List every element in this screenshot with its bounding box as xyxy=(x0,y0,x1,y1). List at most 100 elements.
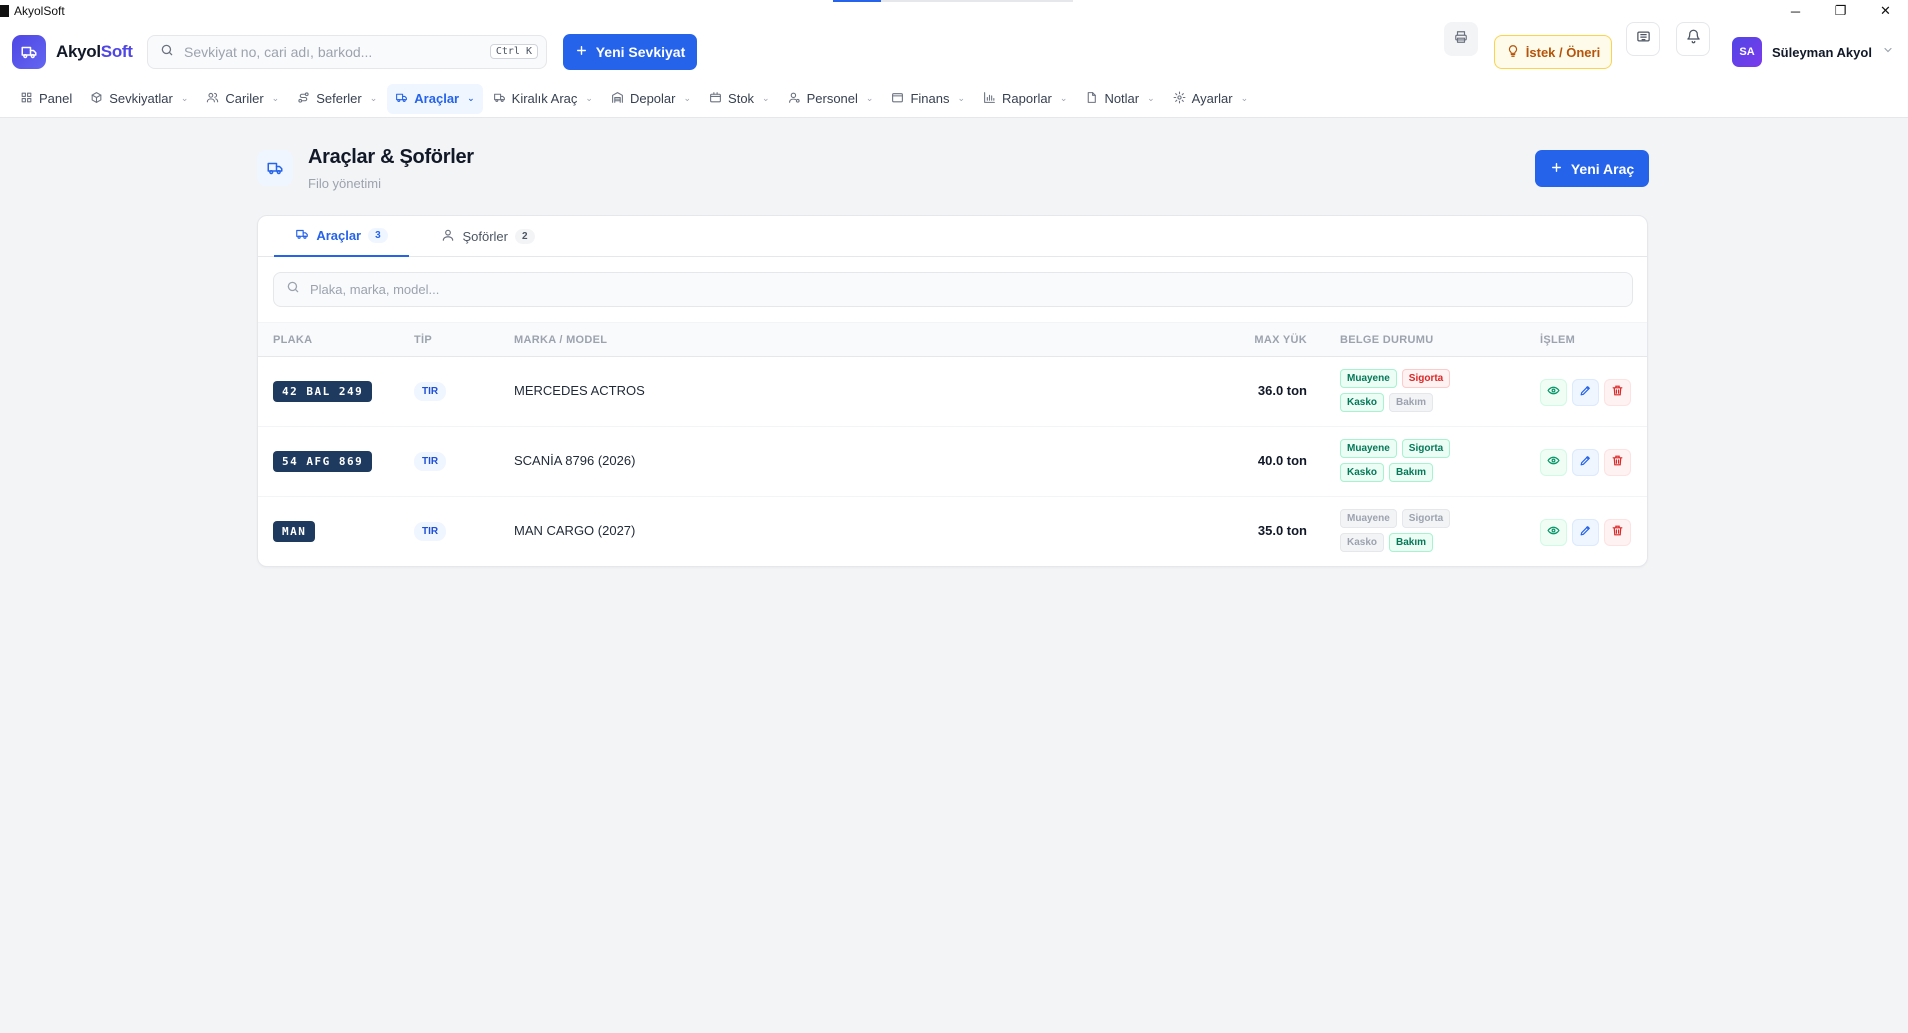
eye-icon xyxy=(1547,524,1560,542)
view-button[interactable] xyxy=(1540,379,1567,406)
column-header-plate[interactable]: PLAKA xyxy=(273,323,312,358)
loading-bar xyxy=(833,0,1073,2)
package-icon xyxy=(709,91,722,107)
document-status-badge: Sigorta xyxy=(1401,509,1451,528)
vehicle-type-badge: TIR xyxy=(414,382,447,401)
vehicle-model: MAN CARGO (2027) xyxy=(514,523,636,538)
suggestion-button[interactable]: İstek / Öneri xyxy=(1494,35,1612,69)
nav-item-label: Raporlar xyxy=(1002,91,1052,106)
delete-button[interactable] xyxy=(1604,449,1631,476)
plus-icon xyxy=(575,44,588,60)
nav-item-personel[interactable]: Personel ⌄ xyxy=(780,84,882,114)
license-plate: 54 AFG 869 xyxy=(273,451,373,472)
nav-item-panel[interactable]: Panel xyxy=(12,84,80,114)
nav-item-label: Finans xyxy=(910,91,950,106)
new-shipment-label: Yeni Sevkiyat xyxy=(595,44,686,60)
nav-item-label: Sevkiyatlar xyxy=(109,91,173,106)
close-window-button[interactable]: ✕ xyxy=(1863,0,1908,22)
chevron-down-icon: ⌄ xyxy=(180,93,189,103)
nav-item-label: Ayarlar xyxy=(1191,91,1233,106)
window-controls: ─ ❐ ✕ xyxy=(1773,0,1908,22)
nav-item-seferler[interactable]: Seferler ⌄ xyxy=(289,84,385,114)
column-header-type[interactable]: TİP xyxy=(414,323,432,358)
window-title: AkyolSoft xyxy=(14,4,65,18)
vehicle-type-badge: TIR xyxy=(414,522,447,541)
table-header: PLAKA TİP MARKA / MODEL MAX YÜK BELGE DU… xyxy=(258,322,1647,357)
nav-item-label: Panel xyxy=(39,91,73,106)
document-status-badge: Muayene xyxy=(1340,439,1397,458)
printer-button[interactable] xyxy=(1444,22,1478,56)
avatar: SA xyxy=(1732,37,1762,67)
nav-item-depolar[interactable]: Depolar ⌄ xyxy=(603,84,699,114)
nav-item-araçlar[interactable]: Araçlar ⌄ xyxy=(387,83,483,114)
nav-item-notlar[interactable]: Notlar ⌄ xyxy=(1077,84,1162,114)
nav-item-ayarlar[interactable]: Ayarlar ⌄ xyxy=(1165,84,1257,114)
tab-drivers[interactable]: Şoförler 2 xyxy=(433,216,543,257)
document-status-badge: Sigorta xyxy=(1401,439,1451,458)
edit-button[interactable] xyxy=(1572,449,1599,476)
chevron-down-icon: ⌄ xyxy=(271,93,280,103)
truck-icon xyxy=(257,150,293,186)
nav-item-finans[interactable]: Finans ⌄ xyxy=(883,84,973,114)
global-search-input[interactable] xyxy=(184,44,484,60)
brand-main: Akyol xyxy=(56,42,101,61)
global-search[interactable]: Ctrl K xyxy=(147,35,547,69)
nav-item-label: Personel xyxy=(806,91,858,106)
trash-icon xyxy=(1611,384,1624,402)
column-header-model[interactable]: MARKA / MODEL xyxy=(514,323,607,358)
new-vehicle-button[interactable]: Yeni Araç xyxy=(1535,150,1649,187)
view-button[interactable] xyxy=(1540,449,1567,476)
document-status-badge: Bakım xyxy=(1389,463,1434,482)
document-status-badge: Kasko xyxy=(1340,463,1385,482)
pencil-icon xyxy=(1579,524,1592,542)
new-shipment-button[interactable]: Yeni Sevkiyat xyxy=(563,34,697,70)
table-row[interactable]: 42 BAL 249 TIR MERCEDES ACTROS 36.0 ton Muay… xyxy=(258,357,1647,427)
brand-name[interactable]: AkyolSoft xyxy=(56,42,133,62)
license-plate: 42 BAL 249 xyxy=(273,381,373,402)
restore-button[interactable]: ❐ xyxy=(1818,0,1863,22)
nav-item-label: Seferler xyxy=(316,91,362,106)
logo-icon[interactable] xyxy=(12,35,46,69)
delete-button[interactable] xyxy=(1604,519,1631,546)
vehicle-search[interactable] xyxy=(273,272,1633,307)
column-header-max-load[interactable]: MAX YÜK xyxy=(1254,323,1307,358)
settings-icon xyxy=(1173,91,1186,107)
lightbulb-icon xyxy=(1506,44,1520,61)
brand-accent: Soft xyxy=(100,42,133,61)
view-button[interactable] xyxy=(1540,519,1567,546)
vehicle-search-input[interactable] xyxy=(310,282,1510,297)
notifications-button[interactable] xyxy=(1676,22,1710,56)
nav-item-sevkiyatlar[interactable]: Sevkiyatlar ⌄ xyxy=(82,84,196,114)
user-menu[interactable]: SA Süleyman Akyol xyxy=(1732,35,1894,69)
delete-button[interactable] xyxy=(1604,379,1631,406)
document-status-badge: Muayene xyxy=(1340,369,1397,388)
minimize-button[interactable]: ─ xyxy=(1773,0,1818,22)
pencil-icon xyxy=(1579,454,1592,472)
window-titlebar: AkyolSoft ─ ❐ ✕ xyxy=(0,0,1908,22)
tab-vehicles-label: Araçlar xyxy=(316,228,362,243)
chevron-down-icon: ⌄ xyxy=(369,93,378,103)
trash-icon xyxy=(1611,454,1624,472)
tab-vehicles[interactable]: Araçlar 3 xyxy=(274,216,409,257)
edit-button[interactable] xyxy=(1572,379,1599,406)
chevron-down-icon xyxy=(1882,43,1894,61)
chevron-down-icon: ⌄ xyxy=(762,93,770,103)
nav-item-stok[interactable]: Stok ⌄ xyxy=(701,84,778,114)
vehicle-model: MERCEDES ACTROS xyxy=(514,383,645,398)
row-actions xyxy=(1540,519,1631,546)
route-icon xyxy=(297,91,310,107)
row-actions xyxy=(1540,379,1631,406)
nav-item-raporlar[interactable]: Raporlar ⌄ xyxy=(975,84,1075,114)
user-icon xyxy=(441,228,455,245)
edit-button[interactable] xyxy=(1572,519,1599,546)
nav-item-label: Araçlar xyxy=(414,91,460,106)
nav-item-label: Stok xyxy=(728,91,755,106)
table-row[interactable]: MAN TIR MAN CARGO (2027) 35.0 ton Muayene Sig… xyxy=(258,497,1647,566)
nav-item-kiralık-araç[interactable]: Kiralık Araç ⌄ xyxy=(485,84,601,114)
nav-item-cariler[interactable]: Cariler ⌄ xyxy=(198,84,287,114)
bar-chart-icon xyxy=(983,91,996,107)
nav-item-label: Kiralık Araç xyxy=(511,91,578,106)
calculator-button[interactable] xyxy=(1626,22,1660,56)
printer-icon xyxy=(1454,30,1468,49)
table-row[interactable]: 54 AFG 869 TIR SCANİA 8796 (2026) 40.0 ton M… xyxy=(258,427,1647,497)
